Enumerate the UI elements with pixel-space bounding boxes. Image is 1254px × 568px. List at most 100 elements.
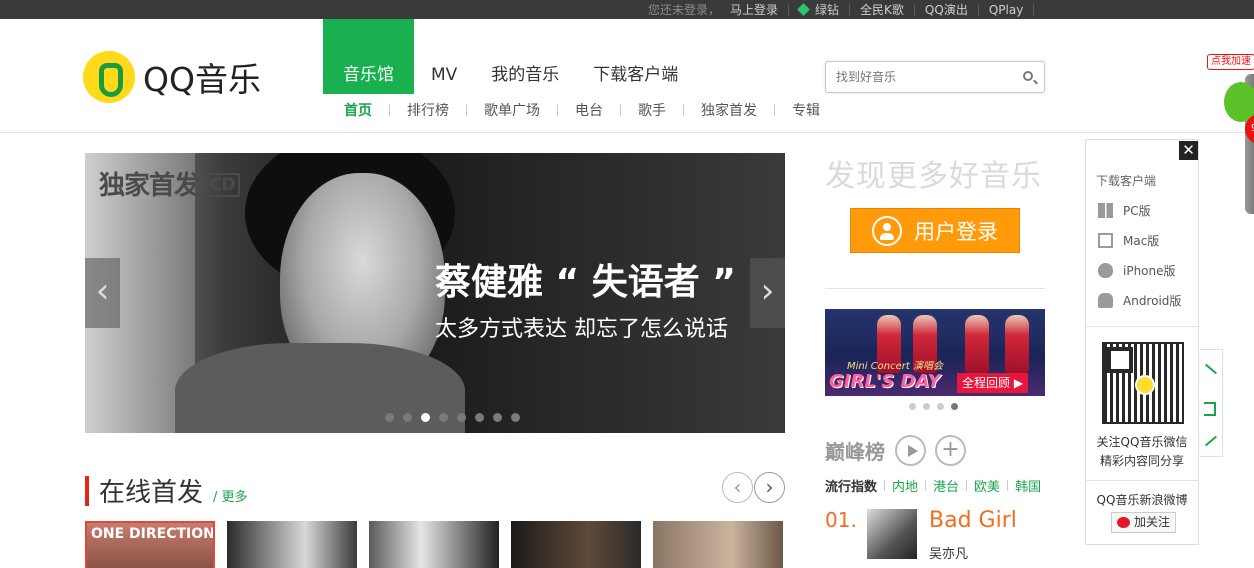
- search-input[interactable]: [836, 62, 1016, 92]
- chart-tab-popularity[interactable]: 流行指数: [825, 476, 877, 495]
- download-mac[interactable]: Mac版: [1098, 232, 1159, 249]
- site-logo[interactable]: QQ音乐: [83, 51, 261, 103]
- ad-replay-button[interactable]: 全程回顾 ▶: [957, 373, 1029, 393]
- banner-dot-active[interactable]: [421, 413, 430, 422]
- nav-download-client[interactable]: 下载客户端: [576, 19, 695, 94]
- section-carousel-arrows: ‹ ›: [722, 472, 786, 503]
- chart-tab-hk-tw[interactable]: 港台: [933, 476, 959, 495]
- divider: [884, 480, 886, 491]
- karaoke-link[interactable]: 全民K歌: [860, 1, 904, 18]
- divider: [849, 3, 851, 16]
- main-nav: 音乐馆 MV 我的音乐 下载客户端: [323, 19, 695, 94]
- album-cover[interactable]: [511, 521, 641, 568]
- qplay-link[interactable]: QPlay: [989, 3, 1023, 17]
- user-icon: [872, 215, 902, 246]
- logo-text: QQ音乐: [143, 60, 261, 99]
- subnav-home[interactable]: 首页: [344, 100, 372, 120]
- divider: [683, 104, 684, 116]
- banner-dot[interactable]: [403, 413, 412, 422]
- ad-figure: [965, 315, 989, 373]
- top-bar: 您还未登录， 马上登录 绿钻 全民K歌 QQ演出 QPlay: [0, 0, 1254, 19]
- subnav-albums[interactable]: 专辑: [792, 100, 820, 120]
- nav-my-music[interactable]: 我的音乐: [474, 19, 576, 94]
- album-cover[interactable]: ONE DIRECTION: [85, 521, 215, 568]
- ad-mini-concert-text: Mini Concert 演唱会: [847, 361, 944, 372]
- album-cover[interactable]: [227, 521, 357, 568]
- divider: [977, 3, 979, 16]
- chart-song-artist[interactable]: 吴亦凡: [929, 543, 968, 562]
- divider: [1033, 3, 1035, 16]
- subnav-singers[interactable]: 歌手: [638, 100, 666, 120]
- android-icon: [1098, 293, 1113, 308]
- album-cover[interactable]: [369, 521, 499, 568]
- ad-dot[interactable]: [923, 403, 930, 410]
- weibo-follow-button[interactable]: 加关注: [1111, 512, 1177, 533]
- banner-dot[interactable]: [439, 413, 448, 422]
- divider: [557, 104, 558, 116]
- subnav-radio[interactable]: 电台: [575, 100, 603, 120]
- ad-dot[interactable]: [909, 403, 916, 410]
- banner-exclusive-tag: 独家首发 CD: [99, 165, 240, 202]
- ad-group-name: GIRL'S DAY: [829, 371, 941, 392]
- ad-dot[interactable]: [937, 403, 944, 410]
- subnav-exclusive[interactable]: 独家首发: [701, 100, 757, 120]
- close-icon[interactable]: ✕: [1179, 141, 1198, 160]
- subnav-playlists[interactable]: 歌单广场: [484, 100, 540, 120]
- divider: [466, 104, 467, 116]
- album-cover[interactable]: [653, 521, 783, 568]
- green-diamond-icon: [797, 3, 810, 16]
- login-link[interactable]: 马上登录: [730, 1, 778, 18]
- chart-tab-korea[interactable]: 韩国: [1015, 476, 1041, 495]
- green-diamond-link[interactable]: 绿钻: [815, 1, 839, 18]
- wechat-text-line2: 精彩内容同分享: [1099, 454, 1184, 468]
- banner-dot[interactable]: [511, 413, 520, 422]
- section-more-link[interactable]: / 更多: [213, 486, 248, 505]
- banner-dot[interactable]: [457, 413, 466, 422]
- ad-figure: [1005, 315, 1029, 373]
- add-to-list-icon[interactable]: +: [935, 435, 966, 466]
- speed-up-badge[interactable]: 点我加速 92: [1207, 50, 1254, 214]
- panel-divider: [1086, 326, 1198, 327]
- download-pc[interactable]: PC版: [1098, 202, 1151, 219]
- feedback-side-tab[interactable]: [1200, 349, 1223, 457]
- divider: [925, 480, 927, 491]
- banner-pagination: [385, 413, 529, 422]
- section-prev-button[interactable]: ‹: [722, 472, 753, 503]
- chart-tab-western[interactable]: 欧美: [974, 476, 1000, 495]
- chart-tabs: 流行指数 内地 港台 欧美 韩国: [825, 476, 1041, 495]
- section-next-button[interactable]: ›: [754, 472, 785, 503]
- search-icon[interactable]: [1023, 71, 1033, 81]
- banner-dot[interactable]: [385, 413, 394, 422]
- banner-prev-button[interactable]: ‹: [85, 258, 120, 328]
- hero-banner[interactable]: 独家首发 CD 蔡健雅 “ 失语者 ” 太多方式表达 却忘了怎么说话 ‹ ›: [85, 153, 785, 433]
- divider: [389, 104, 390, 116]
- qq-show-link[interactable]: QQ演出: [925, 1, 968, 18]
- chart-song-title[interactable]: Bad Girl: [929, 508, 1017, 533]
- chart-song-cover[interactable]: [867, 509, 917, 559]
- header-divider: [0, 132, 1254, 133]
- chart-tab-mainland[interactable]: 内地: [892, 476, 918, 495]
- chart-rank: 01.: [825, 508, 857, 532]
- banner-dot[interactable]: [475, 413, 484, 422]
- divider: [1007, 480, 1009, 491]
- nav-music-hall[interactable]: 音乐馆: [323, 19, 414, 94]
- download-android[interactable]: Android版: [1098, 292, 1181, 309]
- subnav-charts[interactable]: 排行榜: [407, 100, 449, 120]
- edit-icon: [1204, 435, 1218, 447]
- banner-dot[interactable]: [493, 413, 502, 422]
- nav-mv[interactable]: MV: [414, 19, 474, 94]
- banner-tag-cd: CD: [205, 173, 240, 197]
- banner-next-button[interactable]: ›: [750, 258, 785, 328]
- right-divider: [825, 288, 1045, 289]
- ad-dot-active[interactable]: [951, 403, 958, 410]
- login-status-text: 您还未登录，: [648, 3, 721, 17]
- album-list: ONE DIRECTION: [85, 521, 795, 568]
- play-all-icon[interactable]: [895, 435, 926, 466]
- download-pc-label: PC版: [1123, 204, 1151, 218]
- user-login-button[interactable]: 用户登录: [850, 208, 1020, 253]
- section-title: 在线首发: [99, 478, 204, 508]
- divider: [788, 3, 790, 16]
- concert-ad-banner[interactable]: Mini Concert 演唱会 GIRL'S DAY 全程回顾 ▶: [825, 309, 1045, 396]
- chat-icon: [1204, 402, 1216, 416]
- download-iphone[interactable]: iPhone版: [1098, 262, 1176, 279]
